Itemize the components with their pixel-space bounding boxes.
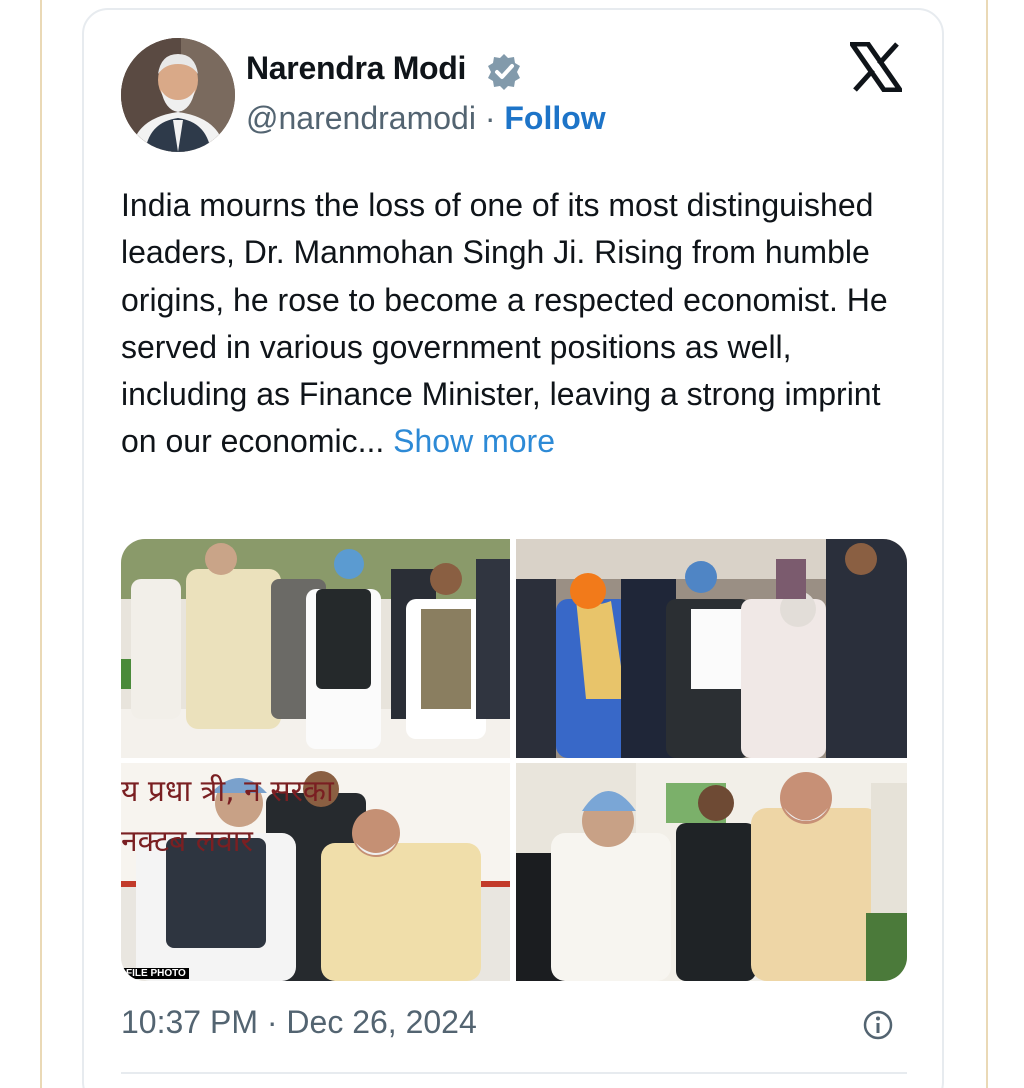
- photo-1[interactable]: [121, 539, 510, 758]
- photo-4[interactable]: [516, 763, 907, 981]
- show-more-link[interactable]: Show more: [393, 423, 555, 459]
- follow-button[interactable]: Follow: [504, 100, 605, 136]
- bottom-divider: [121, 1072, 907, 1074]
- media-grid: य प्रधा त्री, न सरका नक्टब लवार FILE PHO…: [121, 539, 907, 981]
- file-photo-watermark: FILE PHOTO: [123, 968, 189, 979]
- banner-text-line-2: नक्टब लवार: [121, 824, 253, 859]
- author-name[interactable]: Narendra Modi: [246, 50, 466, 87]
- info-icon[interactable]: [862, 1009, 894, 1041]
- photo-2[interactable]: [516, 539, 907, 758]
- post-text: India mourns the loss of one of its most…: [121, 182, 921, 466]
- separator-dot: ·: [484, 100, 496, 136]
- verified-badge-icon: [488, 54, 520, 90]
- page-margin-rule-left: [40, 0, 42, 1088]
- post-timestamp[interactable]: 10:37 PM · Dec 26, 2024: [121, 1004, 477, 1041]
- author-handle[interactable]: @narendramodi: [246, 100, 476, 136]
- banner-text-line-1: य प्रधा त्री, न सरका: [121, 774, 334, 809]
- photo-3[interactable]: य प्रधा त्री, न सरका नक्टब लवार FILE PHO…: [121, 763, 510, 981]
- x-logo-icon[interactable]: [850, 42, 902, 92]
- handle-row: @narendramodi · Follow: [246, 100, 606, 137]
- post-body: India mourns the loss of one of its most…: [121, 187, 888, 460]
- page-margin-rule-right: [986, 0, 988, 1088]
- author-avatar[interactable]: [121, 38, 235, 152]
